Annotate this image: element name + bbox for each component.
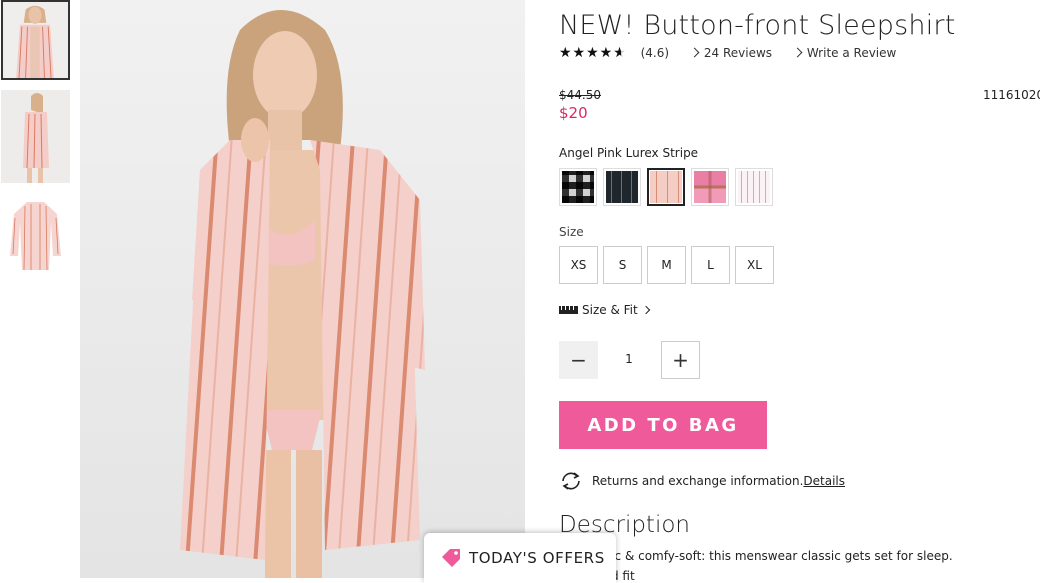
swatch-black-stripe[interactable]: [603, 168, 641, 206]
original-price: $44.50: [559, 88, 601, 102]
todays-offers-tab[interactable]: TODAY'S OFFERS: [424, 533, 616, 583]
decrease-quantity-button[interactable]: −: [559, 341, 598, 379]
size-fit-link[interactable]: Size & Fit: [559, 303, 650, 317]
size-fit-label: Size & Fit: [582, 303, 638, 317]
swatch-white-pink-stripe[interactable]: [735, 168, 773, 206]
sale-price: $20: [559, 104, 588, 122]
size-l-button[interactable]: L: [691, 246, 730, 284]
reviews-link[interactable]: 24 Reviews: [704, 46, 772, 60]
swatch-black-white-plaid[interactable]: [559, 168, 597, 206]
size-s-button[interactable]: S: [603, 246, 642, 284]
size-xs-button[interactable]: XS: [559, 246, 598, 284]
add-to-bag-button[interactable]: ADD TO BAG: [559, 401, 767, 449]
quantity-value: 1: [625, 352, 633, 366]
ruler-icon: [559, 306, 578, 314]
product-title: NEW! Button-front Sleepshirt: [559, 10, 956, 41]
thumbnail-flat[interactable]: [1, 196, 70, 278]
chevron-right-icon: [792, 47, 803, 58]
rating-row: ★★★★★ ★★★★★ (4.6) 24 Reviews Write a Rev…: [559, 45, 896, 63]
size-label: Size: [559, 225, 584, 239]
thumbnail-front[interactable]: [1, 0, 70, 80]
size-xl-button[interactable]: XL: [735, 246, 774, 284]
size-m-button[interactable]: M: [647, 246, 686, 284]
write-review-link[interactable]: Write a Review: [807, 46, 896, 60]
swatch-pink-plaid[interactable]: [691, 168, 729, 206]
todays-offers-label: TODAY'S OFFERS: [469, 549, 605, 567]
main-product-image: [80, 0, 525, 578]
selected-color-label: Angel Pink Lurex Stripe: [559, 146, 699, 160]
thumbnail-side[interactable]: [1, 90, 70, 183]
increase-quantity-button[interactable]: +: [661, 341, 700, 379]
chevron-right-icon: [689, 47, 700, 58]
star-rating-icon: ★★★★★ ★★★★★: [559, 45, 627, 61]
swatch-pink-stripe[interactable]: [647, 168, 685, 206]
tag-icon: [442, 549, 460, 567]
product-sku: 11161020: [983, 88, 1040, 102]
exchange-icon: [562, 472, 580, 490]
description-text: chic & comfy-soft: this menswear classic…: [597, 549, 953, 563]
rating-value: (4.6): [640, 46, 670, 60]
chevron-right-icon: [641, 305, 650, 315]
returns-details-link[interactable]: Details: [803, 474, 845, 488]
returns-info: Returns and exchange information. Details: [559, 470, 845, 492]
returns-text: Returns and exchange information.: [592, 474, 804, 488]
